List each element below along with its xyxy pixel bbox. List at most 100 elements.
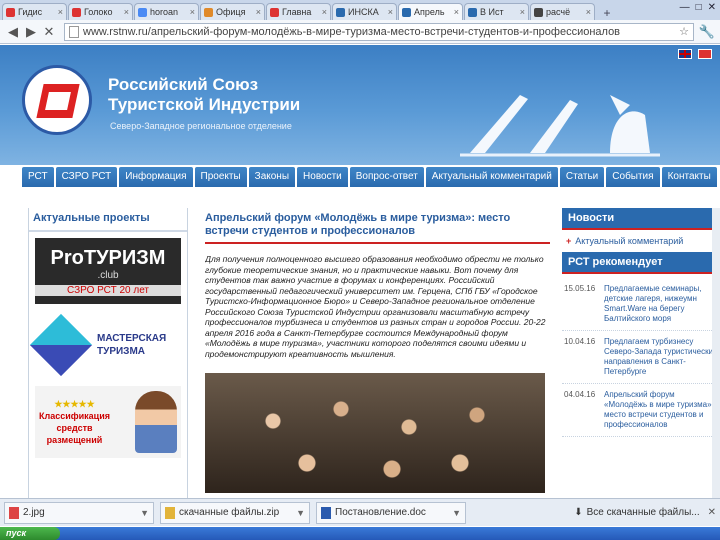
news-item[interactable]: + Актуальный комментарий <box>562 230 720 252</box>
audience-photo <box>205 373 545 493</box>
nav-item[interactable]: Законы <box>248 167 296 187</box>
recommend-item[interactable]: 04.04.16 Апрельский форум «Молодёжь в мир… <box>562 384 720 437</box>
tab-title: horoan <box>150 7 179 17</box>
org-title: Российский Союз Туристской Индустрии <box>108 75 301 114</box>
stars-icon: ★★★★★ <box>54 399 95 409</box>
main-nav: РСТ СЗРО РСТ Информация Проекты Законы Новост… <box>22 167 720 187</box>
tab-title: Апрель <box>414 7 445 17</box>
address-bar[interactable]: www.rstnw.ru/апрельский-форум-молодёжь-в… <box>64 22 694 41</box>
recommend-date: 15.05.16 <box>564 284 596 293</box>
masterskaya-banner[interactable]: МАСТЕРСКАЯ ТУРИЗМА <box>29 310 181 380</box>
browser-tab[interactable]: Главна × <box>266 3 331 20</box>
nav-item[interactable]: Вопрос-ответ <box>349 167 424 187</box>
close-tab-icon[interactable]: × <box>124 7 129 17</box>
article-body: Для получения полноценного высшего образ… <box>205 254 546 359</box>
nav-item[interactable]: События <box>606 167 660 187</box>
nav-item[interactable]: Контакты <box>661 167 717 187</box>
download-bar: 2.jpg ▼ скачанные файлы.zip ▼ Постановле… <box>0 498 720 526</box>
favicon-icon <box>138 7 147 17</box>
close-tab-icon[interactable]: × <box>58 7 63 17</box>
recommend-item[interactable]: 15.05.16 Предлагаемые семинары, детские л… <box>562 278 720 331</box>
close-tab-icon[interactable]: × <box>256 7 261 17</box>
browser-toolbar: ◀ ▶ ✕ www.rstnw.ru/апрельский-форум-моло… <box>0 20 720 44</box>
masterskaya-logo-icon <box>29 313 93 377</box>
english-flag-icon[interactable] <box>678 49 692 59</box>
chevron-down-icon[interactable]: ▼ <box>140 508 149 518</box>
new-tab-icon[interactable]: + <box>598 6 616 20</box>
left-sidebar: Актуальные проекты ProТУРИЗМ .club СЗРО … <box>28 208 188 498</box>
recommend-item[interactable]: 10.04.16 Предлагаем турбизнесу Северо-Зап… <box>562 331 720 384</box>
tab-title: Главна <box>282 7 312 17</box>
tab-title: ИНСКА <box>348 7 379 17</box>
doc-file-icon <box>321 506 331 519</box>
stop-icon[interactable]: ✕ <box>40 23 58 41</box>
favicon-icon <box>534 7 543 17</box>
chevron-down-icon[interactable]: ▼ <box>452 508 461 518</box>
tab-title: расчё <box>546 7 571 17</box>
start-button[interactable]: пуск <box>0 527 60 540</box>
close-icon[interactable]: ✕ <box>708 507 716 518</box>
favicon-icon <box>72 7 81 17</box>
bookmark-star-icon[interactable]: ☆ <box>675 25 689 38</box>
minimize-icon[interactable]: — <box>680 2 690 13</box>
browser-tab[interactable]: расчё × <box>530 3 595 20</box>
browser-tab[interactable]: horoan × <box>134 3 199 20</box>
image-file-icon <box>9 506 19 519</box>
page-scrollbar[interactable] <box>712 208 720 498</box>
projects-heading: Актуальные проекты <box>29 208 187 232</box>
recommend-text: Апрельский форум «Молодёжь в мире туризм… <box>604 390 714 429</box>
show-all-downloads[interactable]: ⬇ Все скачанные файлы... ✕ <box>574 507 716 518</box>
download-arrow-icon: ⬇ <box>574 507 583 518</box>
home-icon[interactable] <box>698 49 712 59</box>
nav-item[interactable]: Новости <box>297 167 348 187</box>
url-text: www.rstnw.ru/апрельский-форум-молодёжь-в… <box>83 25 621 38</box>
favicon-icon <box>402 7 411 17</box>
browser-tab[interactable]: Офиця × <box>200 3 265 20</box>
back-icon[interactable]: ◀ <box>4 23 22 41</box>
close-tab-icon[interactable]: × <box>190 7 195 17</box>
nav-item[interactable]: РСТ <box>22 167 54 187</box>
download-item[interactable]: Постановление.doc ▼ <box>316 501 466 524</box>
download-item[interactable]: скачанные файлы.zip ▼ <box>160 501 310 524</box>
favicon-icon <box>468 7 477 17</box>
forward-icon[interactable]: ▶ <box>22 23 40 41</box>
recommend-list: 15.05.16 Предлагаемые семинары, детские л… <box>562 278 720 437</box>
tab-title: В Ист <box>480 7 504 17</box>
nav-item[interactable]: СЗРО РСТ <box>55 167 118 187</box>
plus-icon: + <box>566 236 572 246</box>
close-tab-icon[interactable]: × <box>322 7 327 17</box>
download-item[interactable]: 2.jpg ▼ <box>4 501 154 524</box>
close-tab-icon[interactable]: × <box>388 7 393 17</box>
nav-item[interactable]: Актуальный комментарий <box>425 167 558 187</box>
classification-banner[interactable]: ★★★★★ Классификация средств размещений <box>35 386 181 458</box>
article-title[interactable]: Апрельский форум «Молодёжь в мире туризм… <box>205 212 550 238</box>
rst-logo[interactable] <box>22 65 92 135</box>
right-sidebar: Новости + Актуальный комментарий РСТ рек… <box>562 208 720 498</box>
recommend-date: 04.04.16 <box>564 390 596 399</box>
nav-item[interactable]: Проекты <box>194 167 247 187</box>
close-tab-icon[interactable]: × <box>586 7 591 17</box>
browser-tab[interactable]: Гидис × <box>2 3 67 20</box>
close-tab-icon[interactable]: × <box>454 7 459 17</box>
nav-item[interactable]: Информация <box>119 167 193 187</box>
wrench-menu-icon[interactable]: 🔧 <box>698 24 716 40</box>
browser-tab[interactable]: Голоко × <box>68 3 133 20</box>
site-header: Российский Союз Туристской Индустрии Сев… <box>0 45 720 165</box>
chevron-down-icon[interactable]: ▼ <box>296 508 305 518</box>
protourism-banner[interactable]: ProТУРИЗМ .club СЗРО РСТ 20 лет <box>35 238 181 304</box>
news-heading: Новости <box>562 208 720 230</box>
tab-title: Офиця <box>216 7 246 17</box>
recommend-text: Предлагаем турбизнесу Северо-Запада тури… <box>604 337 718 376</box>
favicon-icon <box>6 7 15 17</box>
nav-item[interactable]: Статьи <box>559 167 605 187</box>
close-tab-icon[interactable]: × <box>520 7 525 17</box>
os-taskbar: пуск <box>0 527 720 540</box>
close-window-icon[interactable]: ✕ <box>708 2 716 13</box>
browser-tab[interactable]: В Ист × <box>464 3 529 20</box>
browser-tab[interactable]: ИНСКА × <box>332 3 397 20</box>
favicon-icon <box>270 7 279 17</box>
recommend-date: 10.04.16 <box>564 337 596 346</box>
maximize-icon[interactable]: □ <box>696 2 702 13</box>
title-divider <box>205 242 550 244</box>
browser-tab[interactable]: Апрель × <box>398 3 463 20</box>
